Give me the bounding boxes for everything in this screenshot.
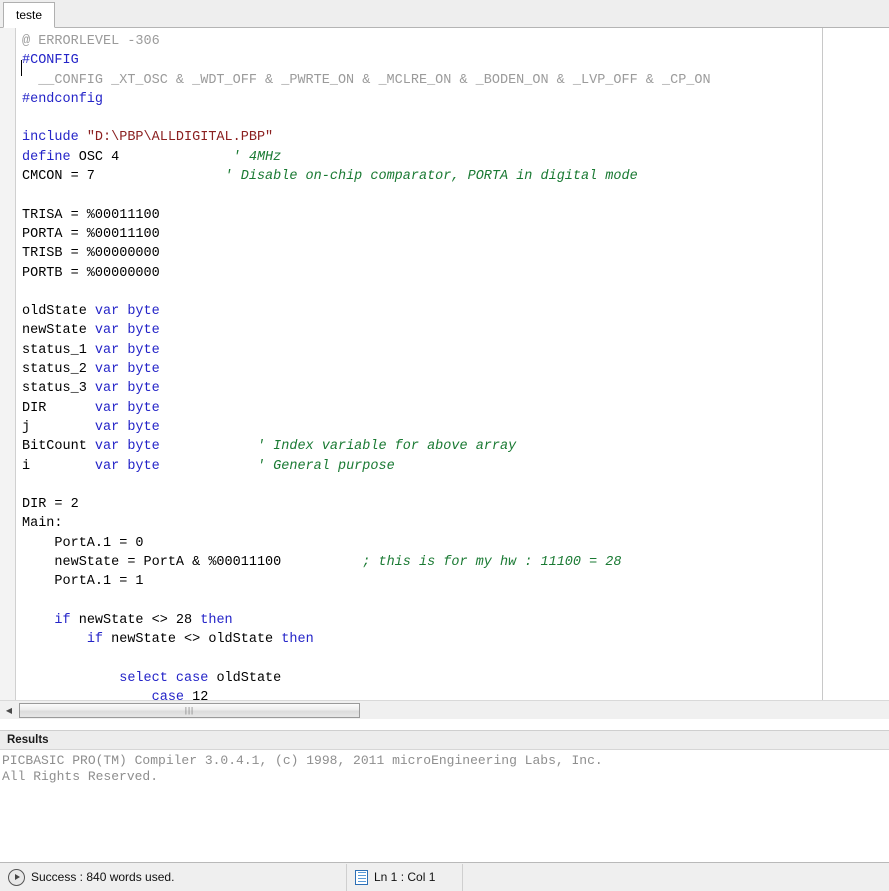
code-token: TRISB = %00000000: [22, 246, 160, 261]
status-extra-cell: [462, 864, 889, 891]
code-token: ' General purpose: [257, 459, 395, 474]
code-token: PORTB = %00000000: [22, 266, 160, 281]
scrollbar-thumb[interactable]: |||: [19, 703, 360, 718]
editor-horizontal-scrollbar[interactable]: ◀ |||: [0, 700, 889, 719]
results-panel-header: Results: [0, 730, 889, 750]
code-token: Main:: [22, 516, 63, 531]
code-token: var byte: [95, 343, 160, 358]
code-token: CMCON = 7: [22, 169, 225, 184]
code-token: PORTA = %00011100: [22, 227, 160, 242]
code-token: var byte: [95, 401, 160, 416]
code-token: [160, 439, 257, 454]
code-token: newState: [22, 323, 95, 338]
code-token: then: [200, 613, 232, 628]
code-token: status_3: [22, 381, 95, 396]
status-compile-text: Success : 840 words used.: [31, 870, 174, 884]
code-token: [22, 613, 54, 628]
code-token: OSC 4: [79, 150, 233, 165]
editor-gutter[interactable]: [0, 28, 16, 704]
code-token: [22, 671, 119, 686]
code-token: var byte: [95, 323, 160, 338]
code-token: TRISA = %00011100: [22, 208, 160, 223]
code-token: if: [87, 632, 111, 647]
code-token: then: [281, 632, 313, 647]
code-token: newState <> oldState: [111, 632, 281, 647]
code-token: [22, 632, 87, 647]
code-token: var byte: [95, 362, 160, 377]
status-compile-result[interactable]: Success : 840 words used.: [0, 864, 346, 891]
code-token: var byte: [95, 420, 160, 435]
code-token: status_2: [22, 362, 95, 377]
code-token: include: [22, 130, 87, 145]
code-token: DIR: [22, 401, 95, 416]
code-token: oldState: [216, 671, 281, 686]
code-token: oldState: [22, 304, 95, 319]
status-cursor-position: Ln 1 : Col 1: [346, 864, 462, 891]
code-token: i: [22, 459, 95, 474]
code-editor[interactable]: @ ERRORLEVEL -306 #CONFIG __CONFIG _XT_O…: [0, 28, 889, 704]
source-code[interactable]: @ ERRORLEVEL -306 #CONFIG __CONFIG _XT_O…: [17, 28, 889, 704]
document-icon: [355, 870, 368, 885]
code-token: newState = PortA & %00011100: [22, 555, 362, 570]
code-token: status_1: [22, 343, 95, 358]
text-caret: [21, 60, 22, 76]
results-output: PICBASIC PRO(TM) Compiler 3.0.4.1, (c) 1…: [0, 750, 889, 860]
code-token: ; this is for my hw : 11100 = 28: [362, 555, 621, 570]
code-token: var byte: [95, 304, 160, 319]
status-cursor-text: Ln 1 : Col 1: [374, 870, 435, 884]
scroll-left-arrow-icon[interactable]: ◀: [2, 704, 16, 717]
code-token: var byte: [95, 459, 160, 474]
code-token: j: [22, 420, 95, 435]
code-token: #endconfig: [22, 92, 103, 107]
code-token: __CONFIG _XT_OSC & _WDT_OFF & _PWRTE_ON …: [22, 73, 711, 88]
code-token: define: [22, 150, 79, 165]
tab-strip: teste: [0, 0, 889, 28]
compile-run-icon: [8, 869, 25, 886]
code-token: "D:\PBP\ALLDIGITAL.PBP": [87, 130, 273, 145]
code-token: BitCount: [22, 439, 95, 454]
code-token: [160, 459, 257, 474]
code-token: if: [54, 613, 78, 628]
code-token: PortA.1 = 0: [22, 536, 144, 551]
code-token: @ ERRORLEVEL -306: [22, 34, 160, 49]
code-token: ' 4MHz: [233, 150, 282, 165]
code-token: ' Disable on-chip comparator, PORTA in d…: [225, 169, 638, 184]
scrollbar-grip-icon: |||: [185, 707, 194, 715]
code-token: ' Index variable for above array: [257, 439, 516, 454]
code-token: var byte: [95, 381, 160, 396]
code-token: PortA.1 = 1: [22, 574, 144, 589]
code-token: DIR = 2: [22, 497, 79, 512]
code-token: select case: [119, 671, 216, 686]
tab-label: teste: [16, 8, 42, 22]
code-token: #CONFIG: [22, 53, 79, 68]
code-token: var byte: [95, 439, 160, 454]
status-bar: Success : 840 words used. Ln 1 : Col 1: [0, 862, 889, 891]
code-token: newState <> 28: [79, 613, 201, 628]
tab-teste[interactable]: teste: [3, 2, 55, 28]
results-title: Results: [7, 734, 49, 746]
